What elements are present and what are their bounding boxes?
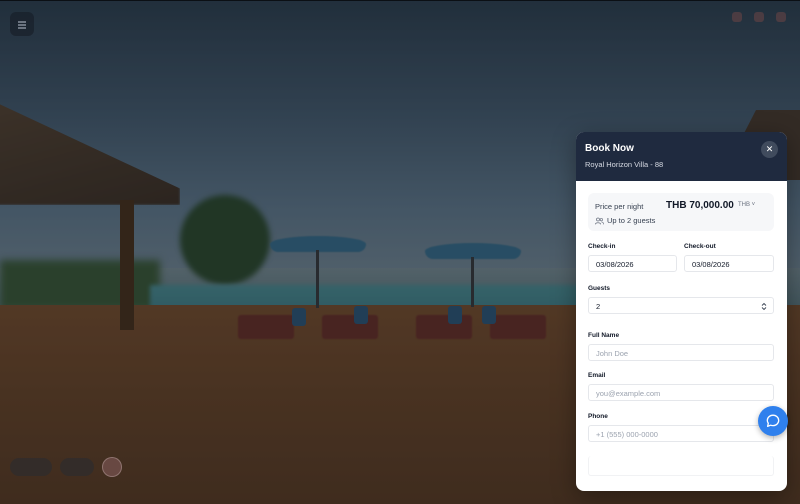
checkout-label: Check-out bbox=[684, 243, 716, 250]
currency-select[interactable]: THB ˅ bbox=[738, 202, 755, 208]
guest-capacity-text: Up to 2 guests bbox=[607, 216, 656, 225]
booking-header: Book Now Royal Horizon Villa - 88 ✕ bbox=[576, 132, 787, 181]
phone-input[interactable]: +1 (555) 000-0000 bbox=[588, 425, 774, 442]
viewer-bottom-controls bbox=[10, 457, 122, 477]
checkin-label: Check-in bbox=[588, 243, 616, 250]
guests-select[interactable]: 2 bbox=[588, 297, 774, 314]
chat-button[interactable] bbox=[758, 406, 788, 436]
toolbar-icon[interactable] bbox=[732, 12, 742, 22]
viewer-control[interactable] bbox=[60, 458, 94, 476]
price-summary: Price per night THB 70,000.00 THB ˅ Up t… bbox=[588, 193, 774, 231]
chevron-up-down-icon bbox=[761, 302, 767, 311]
close-icon: ✕ bbox=[765, 144, 774, 154]
phone-label: Phone bbox=[588, 413, 608, 420]
users-icon bbox=[595, 217, 604, 224]
viewer-avatar-button[interactable] bbox=[102, 457, 122, 477]
viewer-menu-button[interactable] bbox=[10, 12, 34, 36]
viewer-control[interactable] bbox=[10, 458, 52, 476]
guest-capacity: Up to 2 guests bbox=[595, 216, 655, 225]
close-button[interactable]: ✕ bbox=[761, 141, 778, 158]
price-label: Price per night bbox=[595, 202, 644, 211]
notes-field[interactable] bbox=[588, 456, 774, 476]
toolbar-icon[interactable] bbox=[754, 12, 764, 22]
property-name: Royal Horizon Villa - 88 bbox=[585, 160, 664, 169]
price-value: THB 70,000.00 bbox=[666, 200, 734, 211]
guests-value: 2 bbox=[596, 302, 601, 311]
toolbar-icon[interactable] bbox=[776, 12, 786, 22]
fullname-input[interactable]: John Doe bbox=[588, 344, 774, 361]
booking-panel: Book Now Royal Horizon Villa - 88 ✕ Pric… bbox=[576, 132, 787, 491]
checkout-input[interactable]: 03/08/2026 bbox=[684, 255, 774, 272]
checkin-input[interactable]: 03/08/2026 bbox=[588, 255, 677, 272]
guests-label: Guests bbox=[588, 285, 611, 292]
fullname-label: Full Name bbox=[588, 332, 620, 339]
chat-bubble-icon bbox=[766, 414, 780, 428]
top-border bbox=[0, 0, 800, 1]
booking-title: Book Now bbox=[585, 143, 634, 154]
viewer-toolbar bbox=[732, 12, 786, 22]
email-input[interactable]: you@example.com bbox=[588, 384, 774, 401]
email-label: Email bbox=[588, 372, 606, 379]
booking-form: Price per night THB 70,000.00 THB ˅ Up t… bbox=[576, 181, 787, 491]
